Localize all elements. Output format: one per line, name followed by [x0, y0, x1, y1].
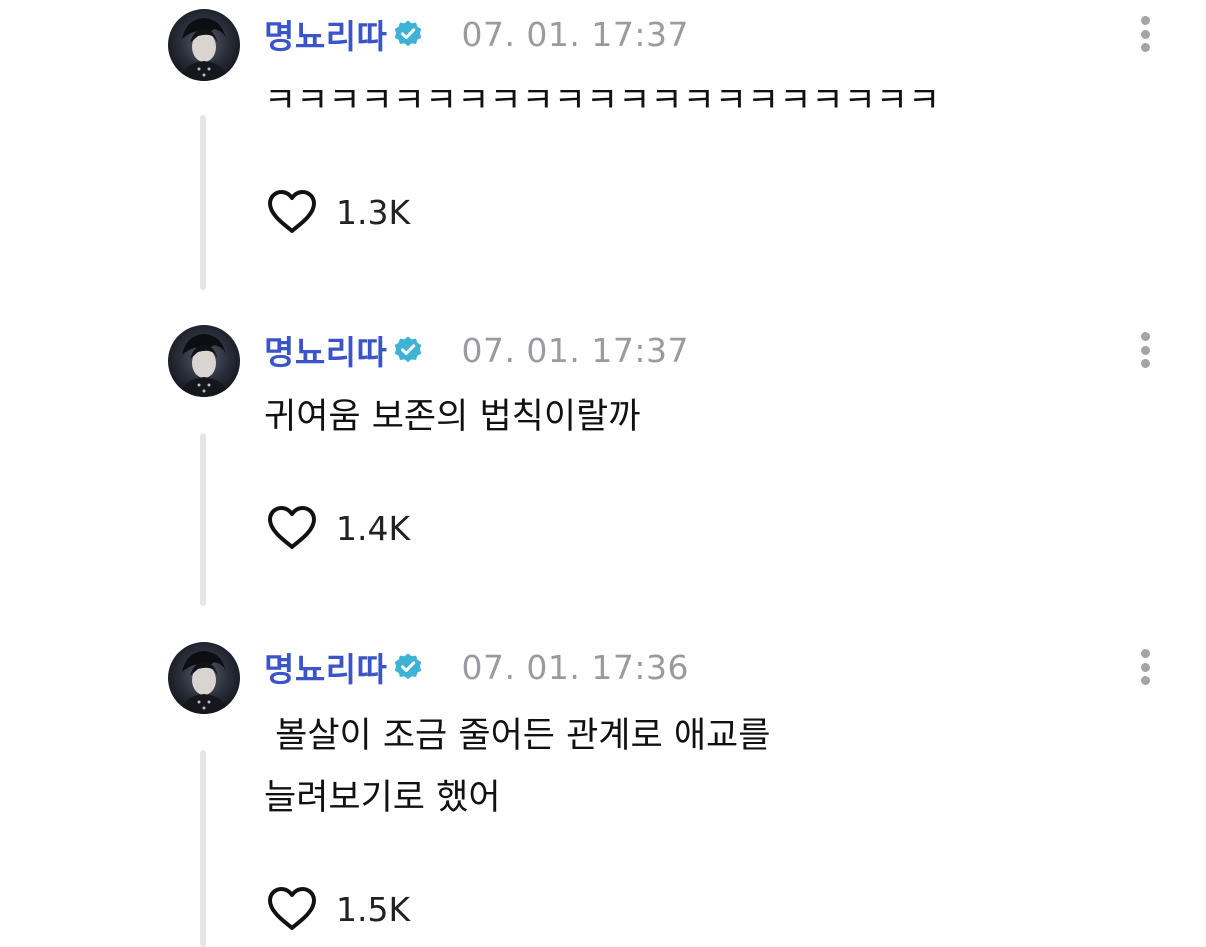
username[interactable]: 명뇨리따: [264, 643, 387, 691]
thread-line: [200, 115, 206, 290]
thread-line: [200, 750, 206, 947]
heart-outline-icon: [268, 887, 316, 930]
like-count: 1.5K: [336, 889, 411, 929]
more-vertical-icon: [1140, 649, 1150, 658]
comment-header: 명뇨리따 07. 01. 17:36: [264, 643, 689, 691]
comment-text: 귀여움 보존의 법칙이랄까: [264, 397, 641, 437]
verified-badge-icon: [393, 19, 423, 49]
avatar-image: [180, 18, 228, 81]
comment-post: 명뇨리따 07. 01. 17:37 ㅋㅋㅋㅋㅋㅋㅋㅋㅋㅋㅋㅋㅋㅋㅋㅋㅋㅋㅋㅋㅋ…: [0, 0, 1206, 300]
comment-text: 볼살이 조금 줄어든 관계로 애교를 늘려보기로 했어: [264, 716, 771, 818]
more-dot: [1140, 43, 1150, 52]
timestamp: 07. 01. 17:37: [461, 14, 689, 54]
avatar-image: [180, 651, 228, 714]
comment-header: 명뇨리따 07. 01. 17:37: [264, 10, 689, 58]
more-vertical-icon: [1140, 16, 1150, 25]
comment-post: 명뇨리따 07. 01. 17:36 볼살이 조금 줄어든 관계로 애교를 늘려…: [0, 633, 1206, 947]
more-dot: [1140, 29, 1150, 39]
timestamp: 07. 01. 17:36: [461, 647, 689, 687]
like-count: 1.4K: [336, 508, 411, 548]
more-vertical-icon: [1140, 332, 1150, 341]
timestamp: 07. 01. 17:37: [461, 330, 689, 370]
more-options-button[interactable]: [1130, 647, 1160, 687]
comment-text: ㅋㅋㅋㅋㅋㅋㅋㅋㅋㅋㅋㅋㅋㅋㅋㅋㅋㅋㅋㅋㅋ: [264, 81, 941, 121]
comment-post: 명뇨리따 07. 01. 17:37 귀여움 보존의 법칙이랄까 1.4K: [0, 316, 1206, 616]
more-dot: [1140, 359, 1150, 368]
avatar[interactable]: [168, 9, 240, 81]
thread-line: [200, 433, 206, 606]
more-dot: [1140, 676, 1150, 685]
verified-badge-icon: [393, 652, 423, 682]
like-button[interactable]: 1.4K: [266, 504, 410, 552]
username[interactable]: 명뇨리따: [264, 10, 387, 58]
avatar[interactable]: [168, 325, 240, 397]
avatar-image: [180, 334, 228, 397]
comment-header: 명뇨리따 07. 01. 17:37: [264, 326, 689, 374]
avatar[interactable]: [168, 642, 240, 714]
like-button[interactable]: 1.3K: [266, 188, 410, 236]
more-dot: [1140, 345, 1150, 355]
username[interactable]: 명뇨리따: [264, 326, 387, 374]
more-options-button[interactable]: [1130, 330, 1160, 370]
heart-outline-icon: [268, 190, 316, 233]
like-count: 1.3K: [336, 192, 411, 232]
verified-badge-icon: [393, 335, 423, 365]
more-dot: [1140, 662, 1150, 672]
heart-outline-icon: [268, 506, 316, 549]
like-button[interactable]: 1.5K: [266, 885, 410, 933]
more-options-button[interactable]: [1130, 14, 1160, 54]
